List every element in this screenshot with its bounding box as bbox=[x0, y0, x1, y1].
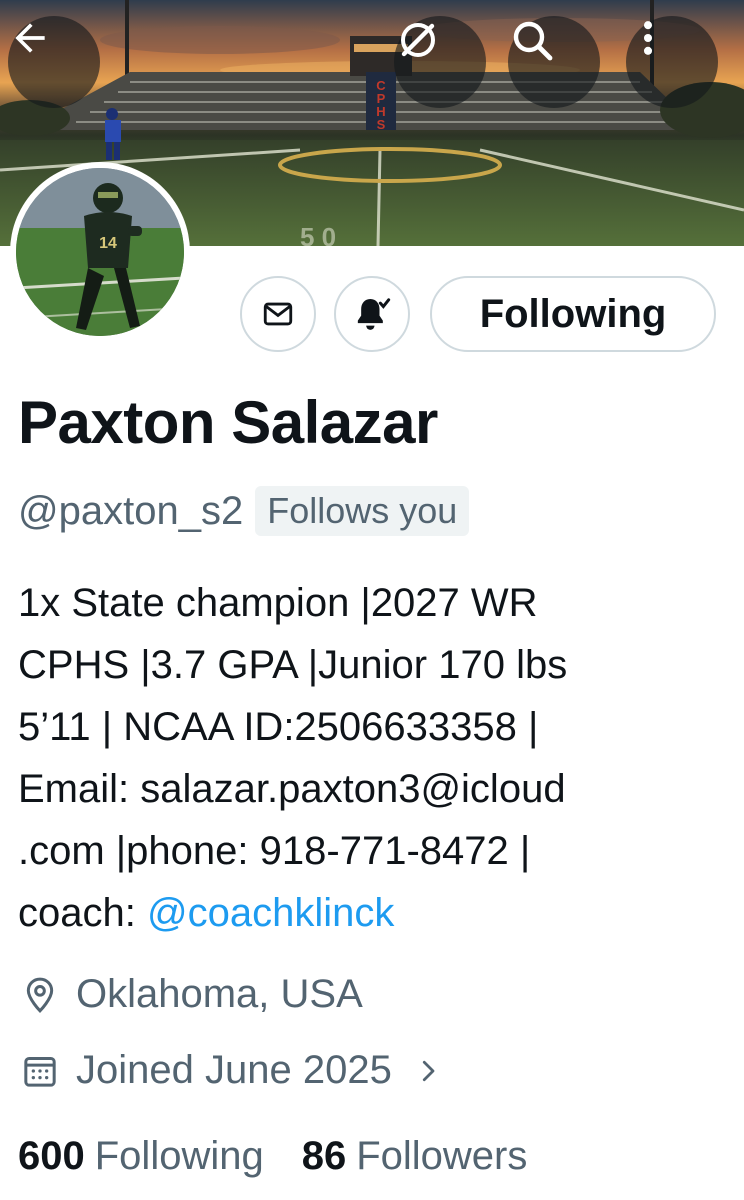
bio-line: CPHS |3.7 GPA |Junior 170 lbs bbox=[18, 643, 568, 687]
avatar-photo: 14 bbox=[16, 168, 184, 336]
bio-line: 1x State champion |2027 WR bbox=[18, 581, 538, 625]
display-name: Paxton Salazar bbox=[18, 389, 438, 456]
bell-check-icon bbox=[357, 298, 391, 330]
notifications-button[interactable] bbox=[334, 276, 410, 352]
grok-slash-circle-icon bbox=[401, 23, 435, 57]
jersey-number: 14 bbox=[99, 235, 117, 252]
back-button[interactable] bbox=[8, 16, 100, 108]
following-label: Following bbox=[94, 1134, 264, 1178]
location-text: Oklahoma, USA bbox=[76, 972, 363, 1016]
more-button[interactable] bbox=[626, 16, 718, 108]
bio-line: Email: salazar.paxton3@icloud bbox=[18, 767, 566, 811]
bio-coach-prefix: coach: bbox=[18, 891, 147, 935]
following-stat[interactable]: 600 Following bbox=[18, 1134, 264, 1179]
bio-line-last: coach: @coachklinck bbox=[18, 882, 730, 944]
svg-text:5 0: 5 0 bbox=[300, 222, 336, 246]
search-button[interactable] bbox=[508, 16, 600, 108]
follows-you-badge: Follows you bbox=[255, 486, 470, 536]
following-button[interactable]: Following bbox=[430, 276, 716, 352]
handle-row: @paxton_s2 Follows you bbox=[18, 486, 470, 536]
location-pin-icon bbox=[18, 973, 62, 1017]
chevron-right-icon bbox=[406, 1049, 450, 1093]
location: Oklahoma, USA bbox=[18, 972, 363, 1017]
message-button[interactable] bbox=[240, 276, 316, 352]
calendar-icon bbox=[18, 1049, 62, 1093]
bio-line: .com |phone: 918-771-8472 | bbox=[18, 829, 531, 873]
more-vertical-icon bbox=[643, 21, 653, 55]
stadium-letter-s: S bbox=[377, 117, 386, 132]
followers-label: Followers bbox=[356, 1134, 528, 1178]
joined-text: Joined June 2025 bbox=[76, 1048, 392, 1092]
mail-icon bbox=[263, 302, 293, 326]
joined-date[interactable]: Joined June 2025 bbox=[18, 1048, 450, 1093]
grok-button[interactable] bbox=[394, 16, 486, 108]
search-icon bbox=[513, 21, 553, 61]
coach-mention-link[interactable]: @coachklinck bbox=[147, 891, 394, 935]
bio-line: 5’11 | NCAA ID:2506633358 | bbox=[18, 705, 539, 749]
bio: 1x State champion |2027 WR CPHS |3.7 GPA… bbox=[18, 572, 730, 944]
following-count: 600 bbox=[18, 1134, 85, 1178]
avatar[interactable]: 14 bbox=[10, 162, 190, 342]
follow-stats: 600 Following 86 Followers bbox=[18, 1134, 527, 1179]
followers-count: 86 bbox=[301, 1134, 347, 1178]
handle: @paxton_s2 bbox=[18, 488, 244, 533]
followers-stat[interactable]: 86 Followers bbox=[302, 1134, 528, 1179]
arrow-left-icon bbox=[15, 23, 45, 53]
